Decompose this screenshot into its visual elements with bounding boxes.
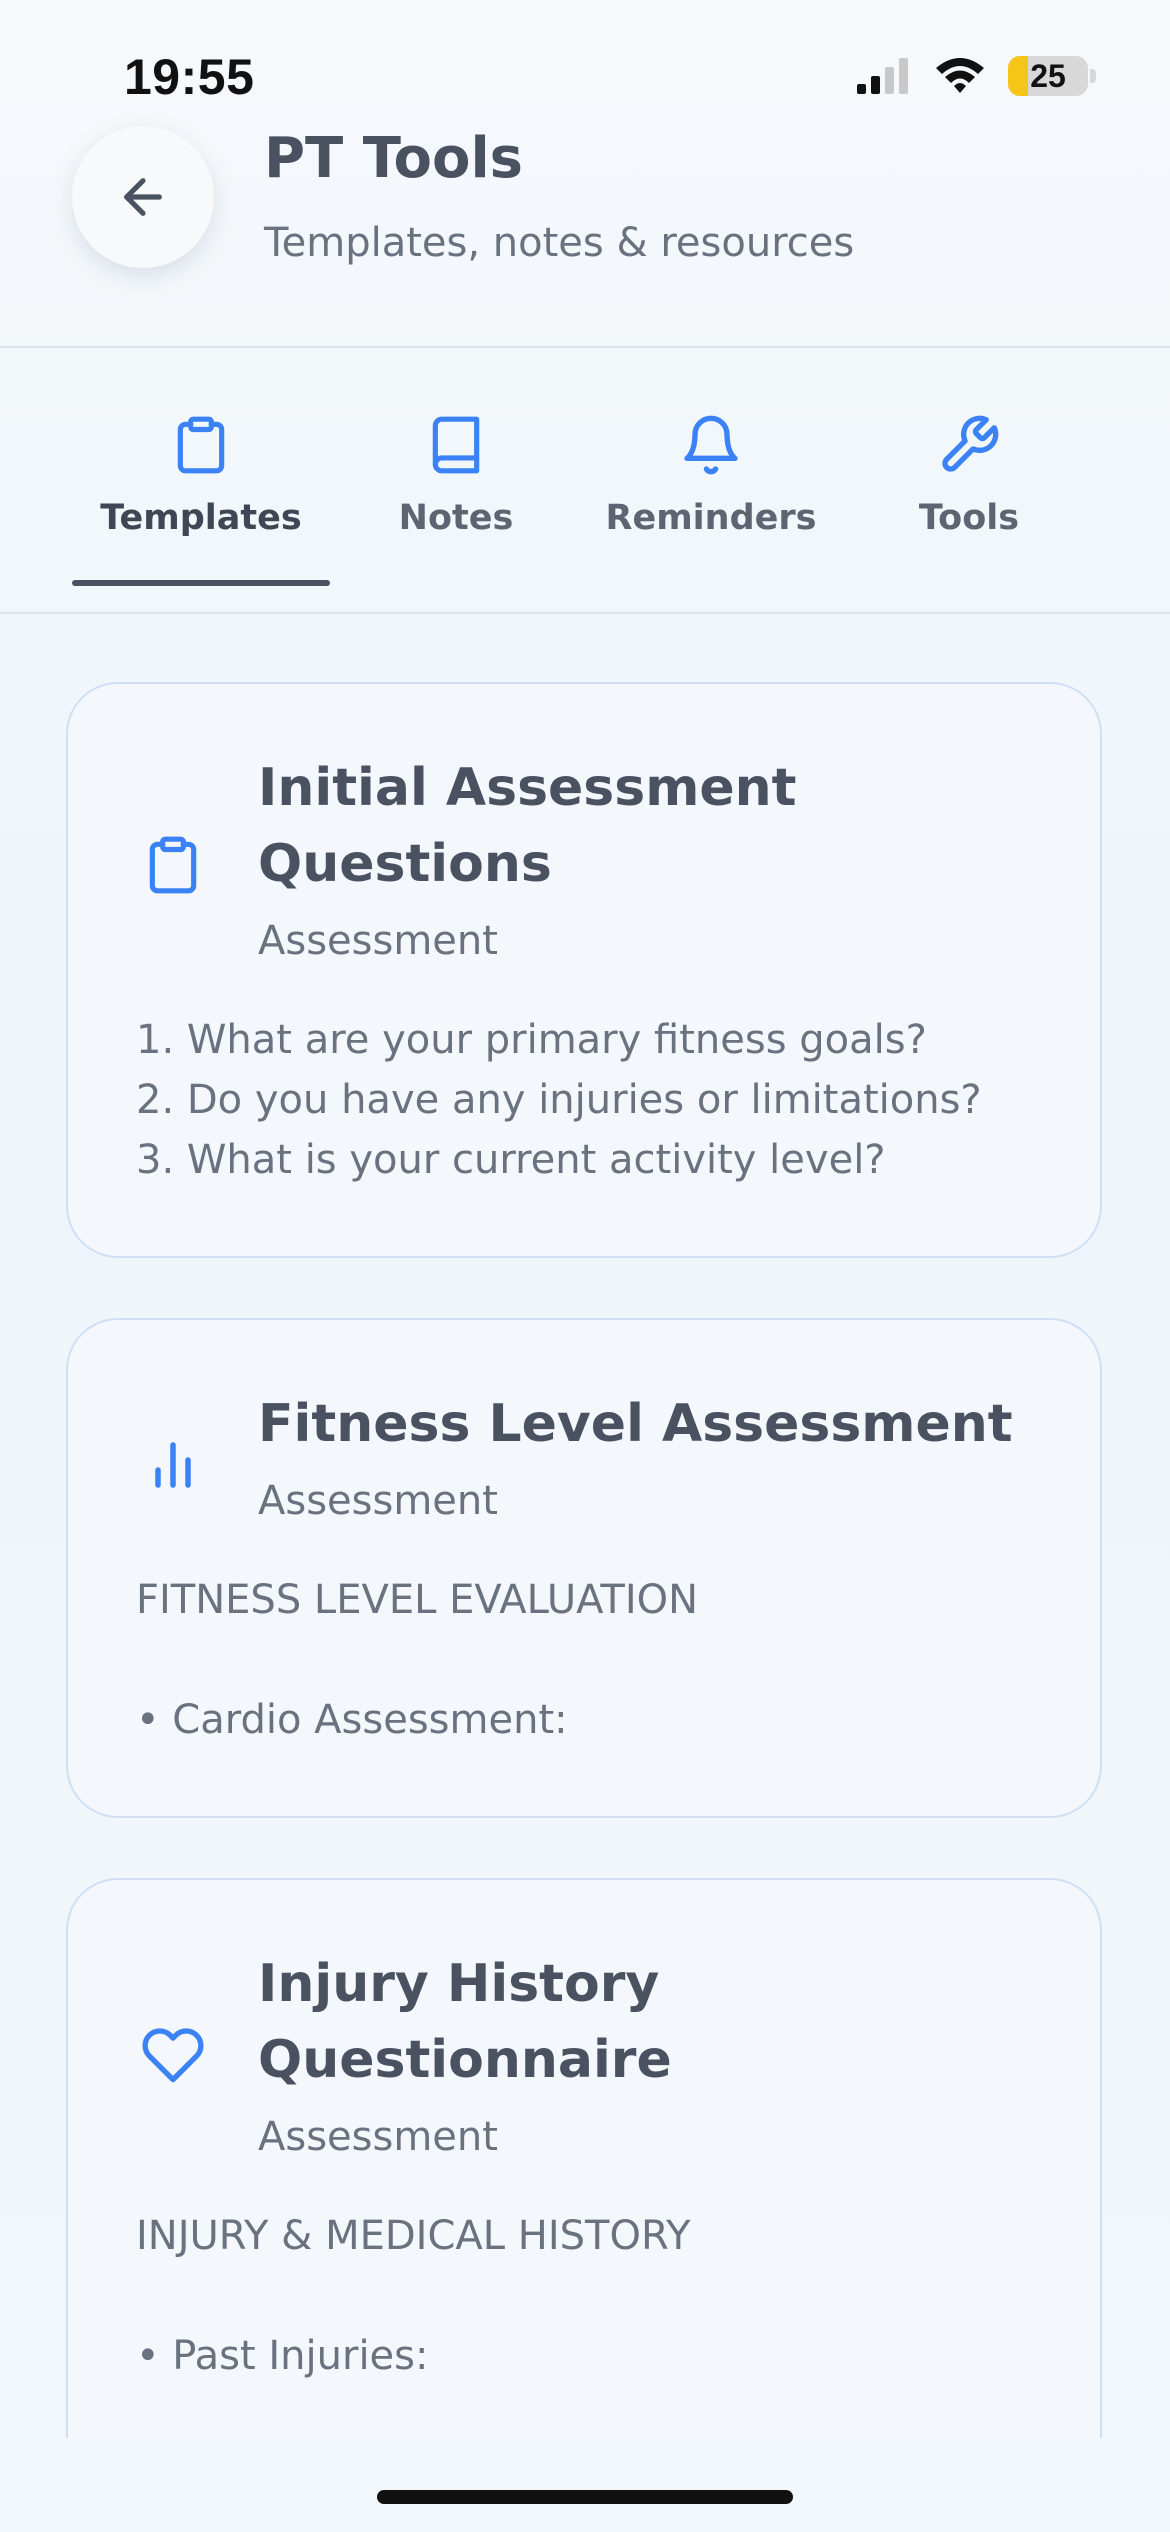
clipboard-icon (166, 410, 236, 480)
card-body: FITNESS LEVEL EVALUATION • Cardio Assess… (136, 1577, 699, 1743)
cellular-signal-icon (857, 58, 908, 94)
tab-notes[interactable]: Notes (327, 350, 585, 612)
tab-label: Reminders (605, 498, 817, 538)
tab-bar: Templates Notes Reminders Tools (0, 350, 1170, 614)
template-card[interactable]: Injury History Questionnaire Assessment … (66, 1878, 1102, 2438)
battery-level: 25 (1030, 58, 1066, 94)
tab-label: Tools (918, 498, 1020, 538)
battery-icon: 25 (1008, 56, 1088, 96)
wifi-icon (936, 58, 984, 93)
card-title: Initial Assessment Questions (258, 758, 797, 894)
card-title: Fitness Level Assessment (258, 1394, 1013, 1454)
arrow-left-icon (124, 178, 162, 216)
tab-reminders[interactable]: Reminders (582, 350, 840, 612)
page-header: PT Tools Templates, notes & resources (0, 110, 1170, 348)
active-tab-indicator (72, 580, 330, 586)
status-time: 19:55 (124, 49, 255, 105)
tab-tools[interactable]: Tools (840, 350, 1098, 612)
template-card[interactable]: Fitness Level Assessment Assessment FITN… (66, 1318, 1102, 1818)
card-title: Injury History Questionnaire (258, 1954, 672, 2090)
clipboard-icon (138, 830, 208, 900)
template-card[interactable]: Initial Assessment Questions Assessment … (66, 682, 1102, 1258)
page-subtitle: Templates, notes & resources (264, 220, 855, 266)
bar-chart-icon (138, 1430, 208, 1500)
card-body: INJURY & MEDICAL HISTORY • Past Injuries… (136, 2213, 691, 2379)
wrench-icon (934, 410, 1004, 480)
book-icon (421, 410, 491, 480)
card-body: 1. What are your primary fitness goals? … (136, 1017, 982, 1183)
back-button[interactable] (72, 126, 214, 268)
tab-label: Notes (398, 498, 514, 538)
page-title: PT Tools (264, 126, 523, 191)
home-indicator[interactable] (377, 2490, 793, 2504)
card-category: Assessment (258, 1478, 498, 1524)
card-category: Assessment (258, 2114, 498, 2160)
tab-templates[interactable]: Templates (72, 350, 330, 612)
card-category: Assessment (258, 918, 498, 964)
heart-icon (138, 2020, 208, 2090)
battery-nub (1090, 69, 1096, 83)
bell-icon (676, 410, 746, 480)
tab-label: Templates (100, 498, 302, 538)
